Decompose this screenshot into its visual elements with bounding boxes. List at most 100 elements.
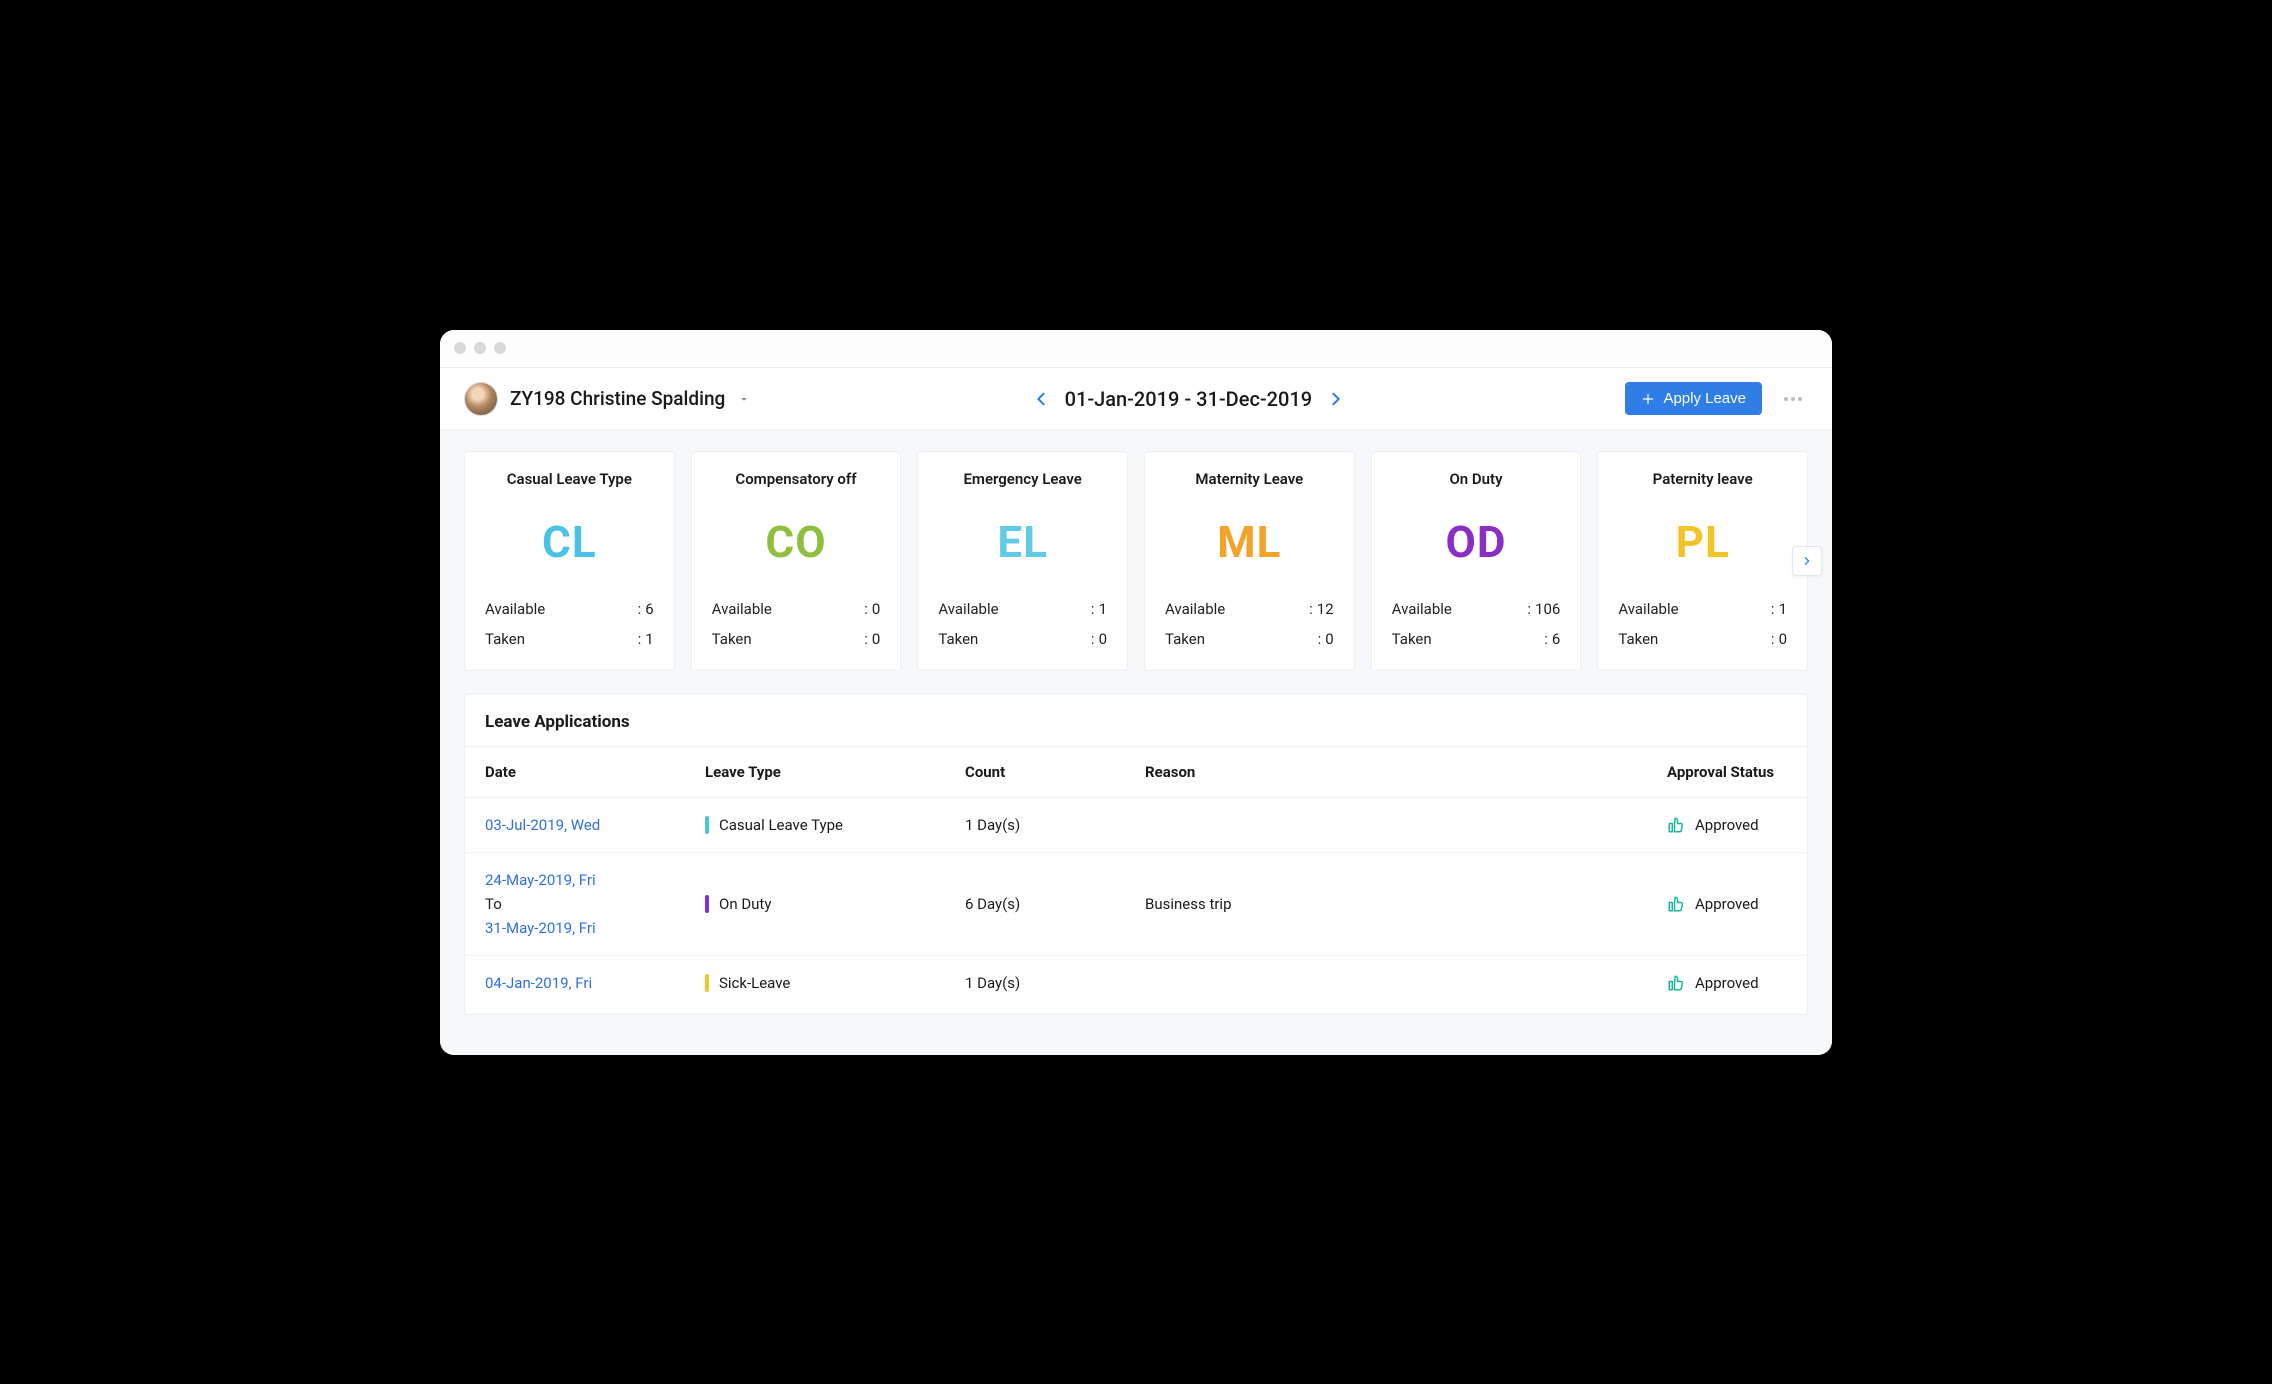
- table-row: 24-May-2019, Fri To 31-May-2019, Fri On D…: [465, 852, 1807, 955]
- leave-card[interactable]: Casual Leave Type CL Available :6 Taken …: [464, 451, 675, 671]
- stat-value: :0: [864, 630, 880, 648]
- stat-label: Taken: [938, 630, 1014, 648]
- cell-reason: Business trip: [1125, 852, 1647, 955]
- type-color-bar: [705, 974, 709, 992]
- stat-available: Available :1: [1618, 600, 1787, 618]
- cell-type: On Duty: [685, 852, 945, 955]
- stat-label: Available: [938, 600, 1014, 618]
- chevron-right-icon: [1328, 390, 1344, 408]
- scroll-cards-next[interactable]: [1792, 546, 1822, 576]
- stat-label: Taken: [1618, 630, 1694, 648]
- window-dot-min[interactable]: [474, 342, 486, 354]
- stat-available: Available :1: [938, 600, 1107, 618]
- leave-card[interactable]: Compensatory off CO Available :0 Taken :…: [691, 451, 902, 671]
- plus-icon: [1641, 392, 1655, 406]
- leave-card[interactable]: Maternity Leave ML Available :12 Taken :…: [1144, 451, 1355, 671]
- stat-value: :0: [1091, 630, 1107, 648]
- applications-title: Leave Applications: [465, 694, 1807, 747]
- stat-available: Available :0: [712, 600, 881, 618]
- leave-applications-panel: Leave Applications Date Leave Type Count…: [464, 693, 1808, 1015]
- card-abbr: CL: [542, 516, 597, 568]
- cell-date: 24-May-2019, Fri To 31-May-2019, Fri: [465, 852, 685, 955]
- card-title: Emergency Leave: [963, 470, 1081, 488]
- leave-card[interactable]: On Duty OD Available :106 Taken :6: [1371, 451, 1582, 671]
- date-link[interactable]: 31-May-2019, Fri: [485, 919, 665, 937]
- more-menu-button[interactable]: [1778, 391, 1808, 407]
- card-title: Compensatory off: [735, 470, 856, 488]
- date-link[interactable]: 04-Jan-2019, Fri: [485, 974, 665, 992]
- status-icon: [1667, 816, 1685, 834]
- status-text: Approved: [1695, 974, 1759, 992]
- leave-card[interactable]: Emergency Leave EL Available :1 Taken :0: [917, 451, 1128, 671]
- stat-label: Available: [1392, 600, 1468, 618]
- card-title: Maternity Leave: [1195, 470, 1303, 488]
- toolbar: ZY198 Christine Spalding 01-Jan-2019 - 3…: [440, 368, 1832, 431]
- stat-available: Available :12: [1165, 600, 1334, 618]
- leave-card[interactable]: Paternity leave PL Available :1 Taken :0: [1597, 451, 1808, 671]
- stat-taken: Taken :0: [1618, 630, 1787, 648]
- cell-type: Casual Leave Type: [685, 797, 945, 852]
- stat-available: Available :106: [1392, 600, 1561, 618]
- stat-value: :0: [1771, 630, 1787, 648]
- col-status-header: Approval Status: [1647, 747, 1807, 798]
- cell-date: 04-Jan-2019, Fri: [465, 955, 685, 1010]
- table-header-row: Date Leave Type Count Reason Approval St…: [465, 747, 1807, 798]
- status-text: Approved: [1695, 816, 1759, 834]
- chevron-left-icon: [1033, 390, 1049, 408]
- leave-cards: Casual Leave Type CL Available :6 Taken …: [464, 451, 1808, 671]
- window-dot-max[interactable]: [494, 342, 506, 354]
- card-abbr: OD: [1446, 516, 1507, 568]
- content-area: Casual Leave Type CL Available :6 Taken …: [440, 431, 1832, 1055]
- type-name: Sick-Leave: [719, 974, 790, 992]
- card-title: On Duty: [1449, 470, 1502, 488]
- prev-range-button[interactable]: [1033, 390, 1049, 408]
- card-abbr: CO: [765, 516, 826, 568]
- stat-value: :1: [1091, 600, 1107, 618]
- date-link[interactable]: 03-Jul-2019, Wed: [485, 816, 665, 834]
- stat-label: Available: [1618, 600, 1694, 618]
- stat-available: Available :6: [485, 600, 654, 618]
- user-name: ZY198 Christine Spalding: [510, 387, 725, 410]
- user-selector[interactable]: ZY198 Christine Spalding: [464, 382, 751, 416]
- cell-count: 1 Day(s): [945, 955, 1125, 1010]
- apply-leave-button[interactable]: Apply Leave: [1625, 382, 1762, 415]
- stat-label: Taken: [1165, 630, 1241, 648]
- card-stats: Available :0 Taken :0: [712, 600, 881, 648]
- date-to-label: To: [485, 895, 665, 913]
- app-window: ZY198 Christine Spalding 01-Jan-2019 - 3…: [440, 330, 1832, 1055]
- cell-status: Approved: [1647, 797, 1807, 852]
- date-link[interactable]: 24-May-2019, Fri: [485, 871, 665, 889]
- col-type-header: Leave Type: [685, 747, 945, 798]
- stat-label: Taken: [712, 630, 788, 648]
- stat-label: Available: [712, 600, 788, 618]
- next-range-button[interactable]: [1328, 390, 1344, 408]
- stat-taken: Taken :0: [938, 630, 1107, 648]
- table-row: 04-Jan-2019, Fri Sick-Leave 1 Day(s) App…: [465, 955, 1807, 1010]
- chevron-right-icon: [1802, 554, 1812, 568]
- card-stats: Available :12 Taken :0: [1165, 600, 1334, 648]
- more-dot: [1784, 397, 1788, 401]
- col-date-header: Date: [465, 747, 685, 798]
- stat-value: :106: [1527, 600, 1560, 618]
- window-dot-close[interactable]: [454, 342, 466, 354]
- avatar: [464, 382, 498, 416]
- type-name: On Duty: [719, 895, 771, 913]
- stat-value: :0: [1318, 630, 1334, 648]
- stat-value: :12: [1309, 600, 1334, 618]
- date-range-text[interactable]: 01-Jan-2019 - 31-Dec-2019: [1065, 387, 1313, 411]
- thumbs-up-icon: [1667, 895, 1685, 913]
- leave-cards-wrap: Casual Leave Type CL Available :6 Taken …: [464, 451, 1808, 671]
- thumbs-up-icon: [1667, 974, 1685, 992]
- card-abbr: ML: [1217, 516, 1281, 568]
- cell-date: 03-Jul-2019, Wed: [465, 797, 685, 852]
- more-dot: [1798, 397, 1802, 401]
- col-reason-header: Reason: [1125, 747, 1647, 798]
- cell-status: Approved: [1647, 955, 1807, 1010]
- card-abbr: PL: [1676, 516, 1730, 568]
- stat-label: Taken: [485, 630, 561, 648]
- cell-type: Sick-Leave: [685, 955, 945, 1010]
- stat-value: :6: [638, 600, 654, 618]
- cell-status: Approved: [1647, 852, 1807, 955]
- stat-value: :0: [864, 600, 880, 618]
- chevron-down-icon: [737, 392, 751, 406]
